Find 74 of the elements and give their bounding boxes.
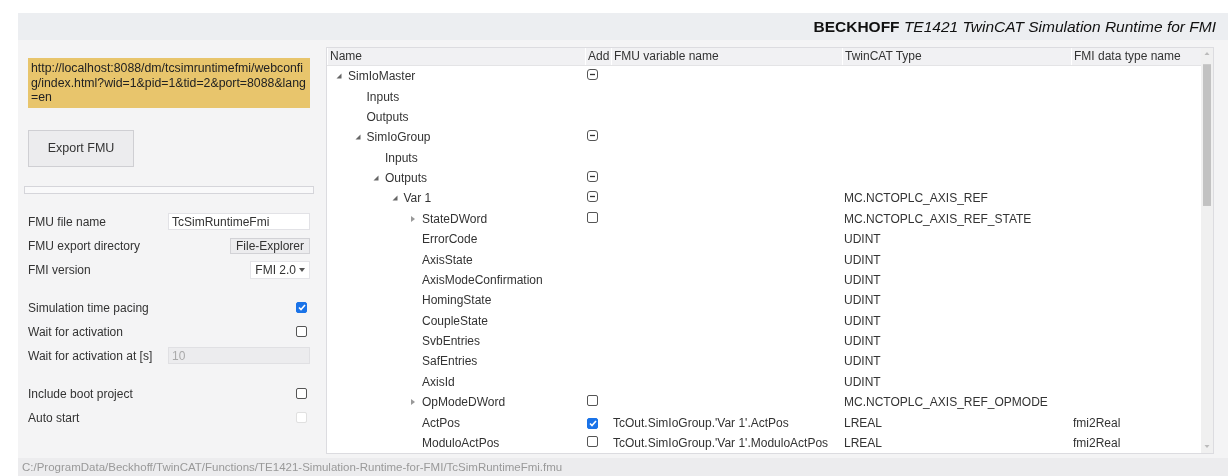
field-label: FMI version [28,262,91,277]
tree-item[interactable]: SimIoGroup [366,130,431,145]
tree-item[interactable]: ActPos [422,415,460,430]
table-cell-text: UDINT [843,232,881,247]
field-label: FMU file name [28,214,107,229]
table-cell-text: MC.NCTOPLC_AXIS_REF [843,191,988,206]
checkbox[interactable] [296,388,307,399]
partial-checkbox[interactable] [587,69,598,81]
table-cell-text: fmi2Real [1072,415,1121,430]
checkbox[interactable] [587,395,598,407]
tree-item[interactable]: SimIoMaster [348,69,416,84]
checkbox[interactable] [296,326,307,337]
field-label: Wait for activation at [s] [28,348,153,363]
column-header[interactable]: Name [327,48,585,65]
field-label: Simulation time pacing [28,300,149,315]
tree-item[interactable]: HomingState [422,293,492,308]
tree-item[interactable]: SafEntries [422,354,478,369]
expanded-arrow-icon[interactable] [354,134,361,141]
url-banner: http://localhost:8088/dm/tcsimruntimefmi/webconfig/index.html?wid=1&pid=1&tid=2&port=8088&lang=en [28,58,310,108]
table-cell-text: MC.NCTOPLC_AXIS_REF_STATE [843,211,1032,226]
tree-item[interactable]: AxisModeConfirmation [422,272,543,287]
field-label: Wait for activation [28,324,123,339]
tree-item[interactable]: Outputs [385,171,428,186]
partial-checkbox[interactable] [587,191,598,203]
table-cell-text: TcOut.SimIoGroup.'Var 1'.ModuloActPos [612,435,829,450]
field-label: FMU export directory [28,238,141,253]
tree-item[interactable]: Var 1 [403,191,432,206]
expanded-arrow-icon[interactable] [391,195,398,202]
tree-item[interactable]: Outputs [366,109,409,124]
tree-item[interactable]: Inputs [366,89,400,104]
checkbox[interactable] [587,211,598,223]
caret-icon [299,267,305,272]
tree-item[interactable]: ModuloActPos [422,435,500,450]
scrollbar[interactable] [1201,48,1213,453]
table-cell-text: LREAL [843,415,883,430]
table-cell-text: UDINT [843,293,881,308]
table-cell-text: UDINT [843,354,881,369]
column-header[interactable]: Add [585,48,611,65]
tree-item[interactable]: Inputs [385,150,418,165]
field-label: Auto start [28,410,80,425]
version-select[interactable]: FMI 2.0 [250,260,310,279]
table-cell-text: MC.NCTOPLC_AXIS_REF_OPMODE [843,395,1048,410]
collapsed-arrow-icon[interactable] [410,215,416,222]
checkbox[interactable] [296,302,307,313]
table-cell-text: UDINT [843,252,881,267]
table-cell-text: LREAL [843,435,883,450]
tree-item[interactable]: OpModeDWord [422,395,506,410]
column-header[interactable]: TwinCAT Type [842,48,1071,65]
expanded-arrow-icon[interactable] [373,175,379,182]
table-cell-text: UDINT [843,272,881,287]
table-cell-text: UDINT [843,313,881,328]
column-header[interactable]: FMU variable name [611,48,842,65]
file-path: C:/ProgramData/Beckhoff/TwinCAT/Functions/TE1421-Simulation-Runtime-for-FMI/TcSimRuntimeFmi.fmu [22,461,563,473]
tree-item[interactable]: AxisState [422,252,473,267]
tree-item[interactable]: SvbEntries [422,334,481,349]
text-field[interactable]: TcSimRuntimeFmi [168,213,310,230]
collapsed-arrow-icon[interactable] [410,399,416,406]
checkbox[interactable] [587,417,598,429]
app-title: BECKHOFF TE1421 TwinCAT Simulation Runtime for FMI [813,17,1216,36]
table-cell-text: fmi2Real [1072,435,1121,450]
partial-checkbox[interactable] [587,171,598,183]
tree-item[interactable]: CoupleState [422,313,489,328]
field-label: Include boot project [28,386,133,401]
tree-item[interactable]: ErrorCode [422,232,478,247]
file-explorer-button[interactable]: File-Explorer [230,237,310,254]
expanded-arrow-icon[interactable] [336,73,342,80]
checkbox[interactable] [587,435,598,447]
table-cell-text: TcOut.SimIoGroup.'Var 1'.ActPos [612,415,789,430]
tree-item[interactable]: AxisId [422,374,455,389]
table-cell-text: UDINT [843,374,881,389]
table-cell-text: UDINT [843,334,881,349]
partial-checkbox[interactable] [587,130,598,142]
tree-item[interactable]: StateDWord [422,211,488,226]
export-button[interactable]: Export FMU [28,129,134,167]
